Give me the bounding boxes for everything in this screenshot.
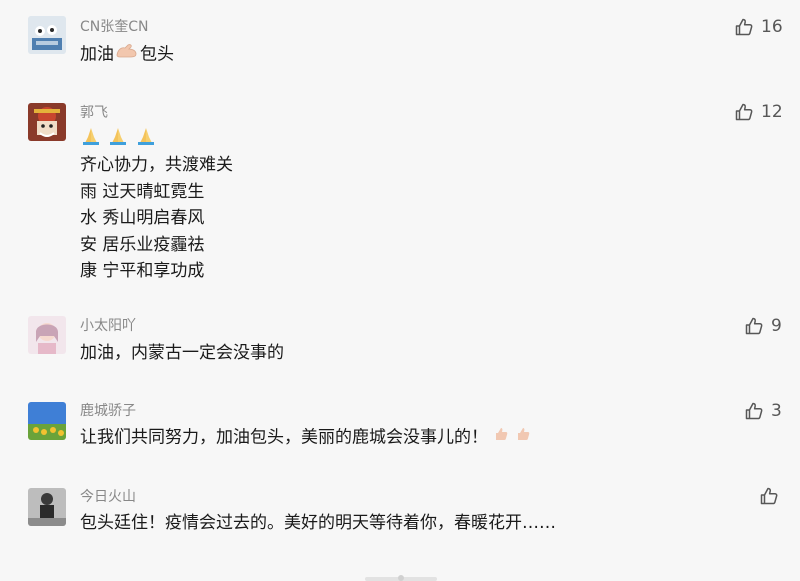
like-count: 9 — [771, 316, 782, 336]
muscle-emoji-icon — [114, 41, 140, 68]
comment-author[interactable]: 郭飞 — [80, 104, 108, 122]
comment-text: 包头廷住！疫情会过去的。美好的明天等待着你，春暖花开…… — [80, 513, 556, 533]
thumbs-up-emoji-icon — [515, 424, 531, 451]
like-button[interactable]: 12 — [735, 102, 783, 122]
comment-text-part: 加油 — [80, 44, 114, 65]
thumbs-up-outline-icon — [760, 487, 778, 505]
like-count: 3 — [771, 401, 782, 421]
comment-text-line: 康 宁平和享功成 — [80, 261, 205, 281]
pray-emoji-icon — [135, 125, 157, 156]
pray-emoji-icon — [107, 125, 129, 156]
avatar[interactable] — [28, 488, 66, 526]
scroll-indicator-dot — [398, 575, 404, 581]
comment-text: 让我们共同努力，加油包头，美丽的鹿城会没事儿的！ — [80, 424, 531, 451]
like-button[interactable]: 3 — [745, 401, 782, 421]
avatar[interactable] — [28, 402, 66, 440]
like-button[interactable]: 9 — [745, 316, 782, 336]
comment-author[interactable]: 今日火山 — [80, 488, 136, 506]
avatar[interactable] — [28, 16, 66, 54]
comment-text-line: 雨 过天晴虹霓生 — [80, 181, 205, 202]
comment-text-part: 包头 — [140, 44, 174, 65]
thumbs-up-outline-icon — [735, 18, 753, 36]
avatar[interactable] — [28, 316, 66, 354]
comment-author[interactable]: 小太阳吖 — [80, 317, 136, 335]
like-button[interactable] — [760, 487, 786, 505]
comment-author[interactable]: CN张奎CN — [80, 18, 149, 36]
thumbs-up-emoji-icon — [493, 424, 509, 451]
comment-text-line: 水 秀山明启春风 — [80, 208, 205, 228]
like-count: 12 — [761, 102, 783, 122]
avatar[interactable] — [28, 103, 66, 141]
comment-text: 加油，内蒙古一定会没事的 — [80, 343, 284, 363]
comment-emoji-line — [80, 125, 157, 156]
comment-text-line: 齐心协力，共渡难关 — [80, 155, 233, 175]
thumbs-up-outline-icon — [745, 317, 763, 335]
comment-text: 加油 包头 — [80, 41, 174, 68]
comment-text-line: 安 居乐业疫霾祛 — [80, 234, 205, 255]
pray-emoji-icon — [80, 125, 102, 156]
comment-text-part: 让我们共同努力，加油包头，美丽的鹿城会没事儿的！ — [80, 427, 488, 448]
like-button[interactable]: 16 — [735, 17, 783, 37]
thumbs-up-outline-icon — [735, 103, 753, 121]
comment-author[interactable]: 鹿城骄子 — [80, 402, 136, 420]
thumbs-up-outline-icon — [745, 402, 763, 420]
like-count: 16 — [761, 17, 783, 37]
